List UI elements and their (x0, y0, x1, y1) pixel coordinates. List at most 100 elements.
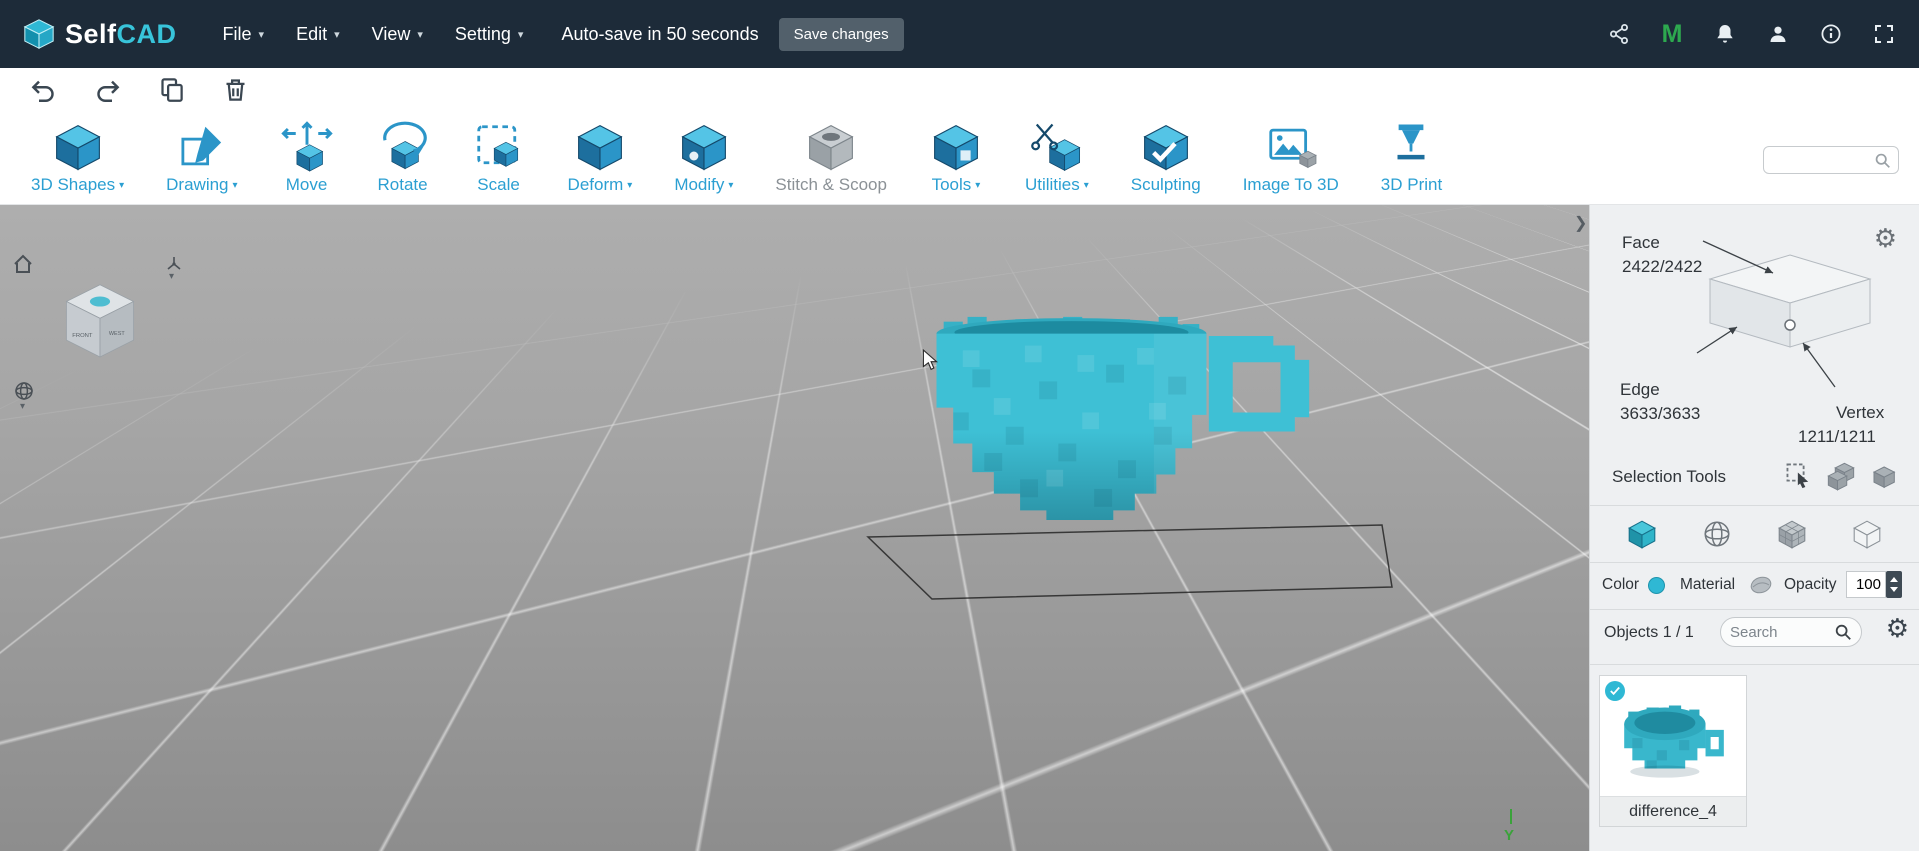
share-icon[interactable] (1606, 21, 1632, 47)
opacity-label: Opacity (1784, 576, 1837, 593)
selfcad-logo-icon (23, 19, 55, 50)
redo-icon[interactable] (94, 76, 121, 103)
tool-3d-shapes[interactable]: 3D Shapes ▾ (14, 114, 141, 195)
menu-file[interactable]: File ▾ (207, 0, 281, 68)
tool-image-to-3d[interactable]: Image To 3D (1226, 114, 1356, 195)
axis-gizmo-icon[interactable] (166, 255, 182, 271)
tool-sculpting[interactable]: Sculpting (1114, 114, 1218, 195)
navcube-front-label: FRONT (72, 333, 93, 339)
divider (1590, 664, 1919, 665)
chevron-down-icon: ▾ (232, 179, 238, 191)
grid-floor (0, 205, 1589, 851)
objects-settings-gear-icon[interactable]: ⚙ (1886, 615, 1909, 641)
material-icon[interactable] (1748, 572, 1774, 598)
home-view-icon[interactable] (12, 253, 34, 275)
info-icon[interactable] (1818, 21, 1844, 47)
vertex-label: Vertex (1836, 403, 1885, 422)
cube-icon (55, 125, 100, 171)
tool-deform[interactable]: Deform ▾ (551, 114, 650, 195)
opacity-stepper[interactable] (1886, 571, 1902, 598)
copy-icon[interactable] (158, 76, 185, 103)
tab-solid-view[interactable] (1625, 517, 1659, 551)
tools-cube-icon (934, 125, 978, 171)
select-faces-icon[interactable] (1826, 461, 1856, 491)
drawing-pencil-icon (181, 126, 221, 166)
tab-mesh-view[interactable] (1775, 517, 1809, 551)
menu-edit[interactable]: Edit ▾ (280, 0, 356, 68)
marquee-select-icon[interactable] (1784, 461, 1814, 491)
vertex-value: 1211/1211 (1798, 427, 1876, 446)
panel-expand-arrow[interactable]: ❯ (1574, 213, 1587, 233)
search-icon (1835, 624, 1851, 640)
model-voxel-cup[interactable] (915, 301, 1345, 543)
move-arrows-icon (280, 121, 333, 172)
modify-cube-icon (681, 125, 726, 171)
render-mode-tabs (1590, 509, 1919, 559)
save-changes-button[interactable]: Save changes (778, 17, 904, 51)
logo-text: SelfCAD (65, 18, 177, 49)
object-thumbnail-cup (1624, 705, 1724, 778)
opacity-input[interactable] (1846, 571, 1886, 598)
stepper-up-icon[interactable] (1890, 576, 1898, 582)
select-solid-icon[interactable] (1868, 461, 1898, 491)
stitch-scoop-cube-icon (809, 125, 854, 171)
y-axis-line (1510, 809, 1512, 824)
toolbar-search-box (1763, 146, 1899, 174)
notifications-bell-icon[interactable] (1712, 21, 1738, 47)
selfcad-logo[interactable]: SelfCAD (22, 17, 177, 51)
divider (1590, 505, 1919, 506)
fullscreen-icon[interactable] (1871, 21, 1897, 47)
delete-trash-icon[interactable] (222, 76, 249, 103)
chevron-down-icon: ▾ (728, 179, 734, 191)
main-toolbar: 3D Shapes ▾ Drawing ▾ Move Rotate Scale … (0, 110, 1919, 205)
search-icon (1875, 153, 1890, 168)
tool-3d-print[interactable]: 3D Print (1364, 114, 1459, 195)
google-app-icon[interactable]: M (1659, 20, 1685, 48)
selection-tools-label: Selection Tools (1612, 467, 1727, 486)
object-name-label: difference_4 (1600, 796, 1746, 826)
tool-rotate[interactable]: Rotate (359, 114, 447, 195)
utilities-scissors-icon (1030, 123, 1080, 171)
deform-cube-icon (577, 125, 622, 171)
workplane-globe-icon[interactable] (14, 381, 34, 401)
tool-move[interactable]: Move (263, 114, 351, 195)
edge-label: Edge (1620, 380, 1660, 399)
3d-viewport[interactable]: FRONT WEST ▾ ▾ ❯ Y (0, 205, 1589, 851)
tool-tools[interactable]: Tools ▾ (912, 114, 1000, 195)
navcube-west-label: WEST (109, 331, 125, 337)
menu-view[interactable]: View ▾ (356, 0, 439, 68)
tool-stitch-scoop[interactable]: Stitch & Scoop (758, 114, 904, 195)
object-selected-check-icon[interactable] (1605, 681, 1625, 701)
color-label: Color (1602, 576, 1640, 593)
tool-modify[interactable]: Modify ▾ (657, 114, 750, 195)
color-swatch[interactable] (1648, 577, 1665, 594)
tab-wireframe-view[interactable] (1700, 517, 1734, 551)
mesh-diagram (1696, 240, 1872, 388)
object-card-difference-4[interactable]: difference_4 (1599, 675, 1747, 827)
globe-caret-icon[interactable]: ▾ (20, 401, 25, 412)
chevron-down-icon: ▾ (975, 179, 981, 191)
right-panel: Face 2422/2422 ⚙ Edge 3633/3633 Vertex 1… (1589, 205, 1919, 851)
chevron-down-icon: ▾ (119, 179, 125, 191)
chevron-down-icon: ▾ (627, 179, 633, 191)
undo-icon[interactable] (30, 76, 57, 103)
toolbar-search-input[interactable] (1771, 152, 1874, 168)
objects-search-input[interactable] (1730, 623, 1834, 641)
tool-scale[interactable]: Scale (455, 114, 543, 195)
divider (1590, 609, 1919, 610)
sculpting-brush-icon (1143, 125, 1188, 171)
tool-utilities[interactable]: Utilities ▾ (1008, 114, 1106, 195)
rotate-arrow-icon (382, 121, 427, 170)
stepper-down-icon[interactable] (1890, 587, 1898, 593)
navigation-cube[interactable]: FRONT WEST (58, 279, 142, 361)
printer-nozzle-icon (1397, 124, 1425, 160)
gizmo-caret-icon[interactable]: ▾ (169, 271, 174, 282)
face-label: Face (1622, 233, 1660, 252)
account-person-icon[interactable] (1765, 21, 1791, 47)
scale-dashed-box-icon (476, 125, 518, 167)
chevron-down-icon: ▾ (1083, 179, 1089, 191)
tool-drawing[interactable]: Drawing ▾ (149, 114, 254, 195)
tab-outline-view[interactable] (1850, 517, 1884, 551)
chevron-down-icon: ▾ (517, 28, 524, 41)
menu-setting[interactable]: Setting ▾ (439, 0, 540, 68)
